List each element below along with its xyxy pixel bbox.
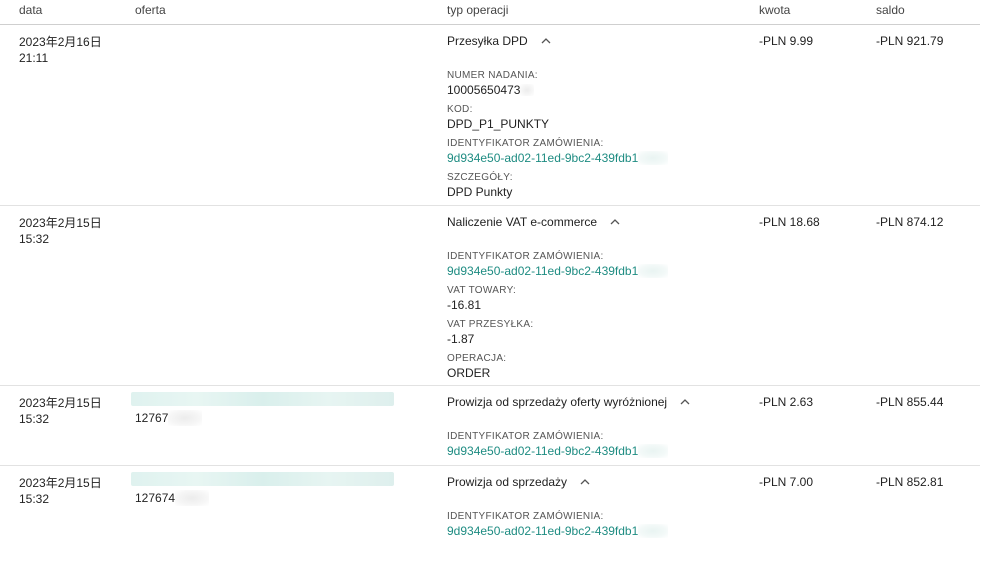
operation-type-label: Prowizja od sprzedaży oferty wyróżnionej: [447, 395, 668, 409]
table-row: 2023年2月15日 15:32 12767 Prowizja od sprze…: [0, 386, 980, 466]
detail-value: 10005650473: [447, 83, 668, 97]
detail-label: VAT TOWARY:: [447, 285, 517, 296]
chevron-up-icon[interactable]: [540, 36, 552, 46]
table-row: 2023年2月16日 21:11 Przesyłka DPD NUMER NAD…: [0, 25, 980, 206]
column-header-date[interactable]: data: [19, 3, 42, 17]
row-date: 2023年2月15日 15:32: [19, 475, 102, 507]
amount-value: -PLN 7.00: [759, 475, 814, 489]
detail-value: -16.81: [447, 298, 482, 312]
date-text: 2023年2月16日: [19, 35, 102, 49]
operation-type[interactable]: Prowizja od sprzedaży oferty wyróżnionej: [447, 395, 691, 409]
amount-value: -PLN 2.63: [759, 395, 814, 409]
column-header-amount[interactable]: kwota: [759, 3, 790, 17]
row-date: 2023年2月15日 15:32: [19, 215, 102, 247]
detail-label: IDENTYFIKATOR ZAMÓWIENIA:: [447, 511, 604, 522]
detail-item: IDENTYFIKATOR ZAMÓWIENIA: 9d934e50-ad02-…: [447, 137, 669, 165]
detail-item: SZCZEGÓŁY: DPD Punkty: [447, 171, 668, 199]
redaction-blur: [638, 444, 669, 458]
detail-label: OPERACJA:: [447, 353, 507, 364]
operation-type-label: Prowizja od sprzedaży: [447, 475, 568, 489]
detail-value: DPD_P1_PUNKTY: [447, 117, 550, 131]
detail-item: KOD: DPD_P1_PUNKTY: [447, 103, 668, 131]
offer-title-redacted[interactable]: [131, 472, 394, 486]
detail-item: IDENTYFIKATOR ZAMÓWIENIA: 9d934e50-ad02-…: [447, 510, 669, 538]
table-header: data oferta typ operacji kwota saldo: [0, 0, 980, 25]
amount-value: -PLN 18.68: [759, 215, 820, 229]
redaction-blur: [168, 410, 203, 426]
detail-item: IDENTYFIKATOR ZAMÓWIENIA: 9d934e50-ad02-…: [447, 430, 669, 458]
order-id-link[interactable]: 9d934e50-ad02-11ed-9bc2-439fdb1: [447, 264, 669, 278]
date-text: 2023年2月15日: [19, 476, 102, 490]
operation-type[interactable]: Przesyłka DPD: [447, 34, 552, 48]
detail-item: VAT TOWARY: -16.81: [447, 284, 668, 312]
chevron-up-icon[interactable]: [679, 397, 691, 407]
operation-type-label: Naliczenie VAT e-commerce: [447, 215, 598, 229]
redaction-blur: [638, 524, 669, 538]
detail-item: VAT PRZESYŁKA: -1.87: [447, 318, 668, 346]
amount-value: -PLN 9.99: [759, 34, 814, 48]
operation-type[interactable]: Prowizja od sprzedaży: [447, 475, 591, 489]
date-text: 2023年2月15日: [19, 396, 102, 410]
operation-details: IDENTYFIKATOR ZAMÓWIENIA: 9d934e50-ad02-…: [447, 430, 669, 464]
detail-label: KOD:: [447, 104, 473, 115]
balance-value: -PLN 874.12: [876, 215, 944, 229]
chevron-up-icon[interactable]: [609, 217, 621, 227]
time-text: 15:32: [19, 232, 50, 246]
row-date: 2023年2月15日 15:32: [19, 395, 102, 427]
operation-details: IDENTYFIKATOR ZAMÓWIENIA: 9d934e50-ad02-…: [447, 250, 669, 386]
date-text: 2023年2月15日: [19, 216, 102, 230]
balance-value: -PLN 921.79: [876, 34, 944, 48]
billing-table: data oferta typ operacji kwota saldo 202…: [0, 0, 998, 564]
redaction-blur: [175, 490, 210, 506]
detail-value: -1.87: [447, 332, 475, 346]
offer-id[interactable]: 12767: [135, 410, 203, 426]
table-row: 2023年2月15日 15:32 Naliczenie VAT e-commer…: [0, 206, 980, 386]
operation-details: IDENTYFIKATOR ZAMÓWIENIA: 9d934e50-ad02-…: [447, 510, 669, 544]
column-header-offer[interactable]: oferta: [135, 3, 166, 17]
operation-type[interactable]: Naliczenie VAT e-commerce: [447, 215, 621, 229]
order-id-link[interactable]: 9d934e50-ad02-11ed-9bc2-439fdb1: [447, 444, 669, 458]
time-text: 15:32: [19, 412, 50, 426]
detail-value: ORDER: [447, 366, 491, 380]
detail-label: VAT PRZESYŁKA:: [447, 319, 534, 330]
detail-label: NUMER NADANIA:: [447, 70, 538, 81]
offer-title-redacted[interactable]: [131, 392, 394, 406]
offer-id[interactable]: 127674: [135, 490, 210, 506]
redaction-blur: [638, 264, 669, 278]
column-header-type[interactable]: typ operacji: [447, 3, 508, 17]
time-text: 15:32: [19, 492, 50, 506]
operation-details: NUMER NADANIA: 10005650473 KOD: DPD_P1_P…: [447, 69, 669, 205]
chevron-up-icon[interactable]: [579, 477, 591, 487]
time-text: 21:11: [19, 51, 49, 65]
column-header-balance[interactable]: saldo: [876, 3, 905, 17]
redaction-blur: [520, 84, 535, 96]
operation-type-label: Przesyłka DPD: [447, 34, 528, 48]
detail-label: IDENTYFIKATOR ZAMÓWIENIA:: [447, 138, 604, 149]
row-date: 2023年2月16日 21:11: [19, 34, 102, 66]
table-row: 2023年2月15日 15:32 127674 Prowizja od sprz…: [0, 466, 980, 546]
balance-value: -PLN 852.81: [876, 475, 944, 489]
detail-item: IDENTYFIKATOR ZAMÓWIENIA: 9d934e50-ad02-…: [447, 250, 669, 278]
balance-value: -PLN 855.44: [876, 395, 944, 409]
detail-item: NUMER NADANIA: 10005650473: [447, 69, 668, 97]
detail-value: DPD Punkty: [447, 185, 513, 199]
order-id-link[interactable]: 9d934e50-ad02-11ed-9bc2-439fdb1: [447, 151, 669, 165]
order-id-link[interactable]: 9d934e50-ad02-11ed-9bc2-439fdb1: [447, 524, 669, 538]
detail-label: IDENTYFIKATOR ZAMÓWIENIA:: [447, 251, 604, 262]
detail-item: OPERACJA: ORDER: [447, 352, 668, 380]
detail-label: IDENTYFIKATOR ZAMÓWIENIA:: [447, 431, 604, 442]
redaction-blur: [638, 151, 669, 165]
detail-label: SZCZEGÓŁY:: [447, 172, 513, 183]
